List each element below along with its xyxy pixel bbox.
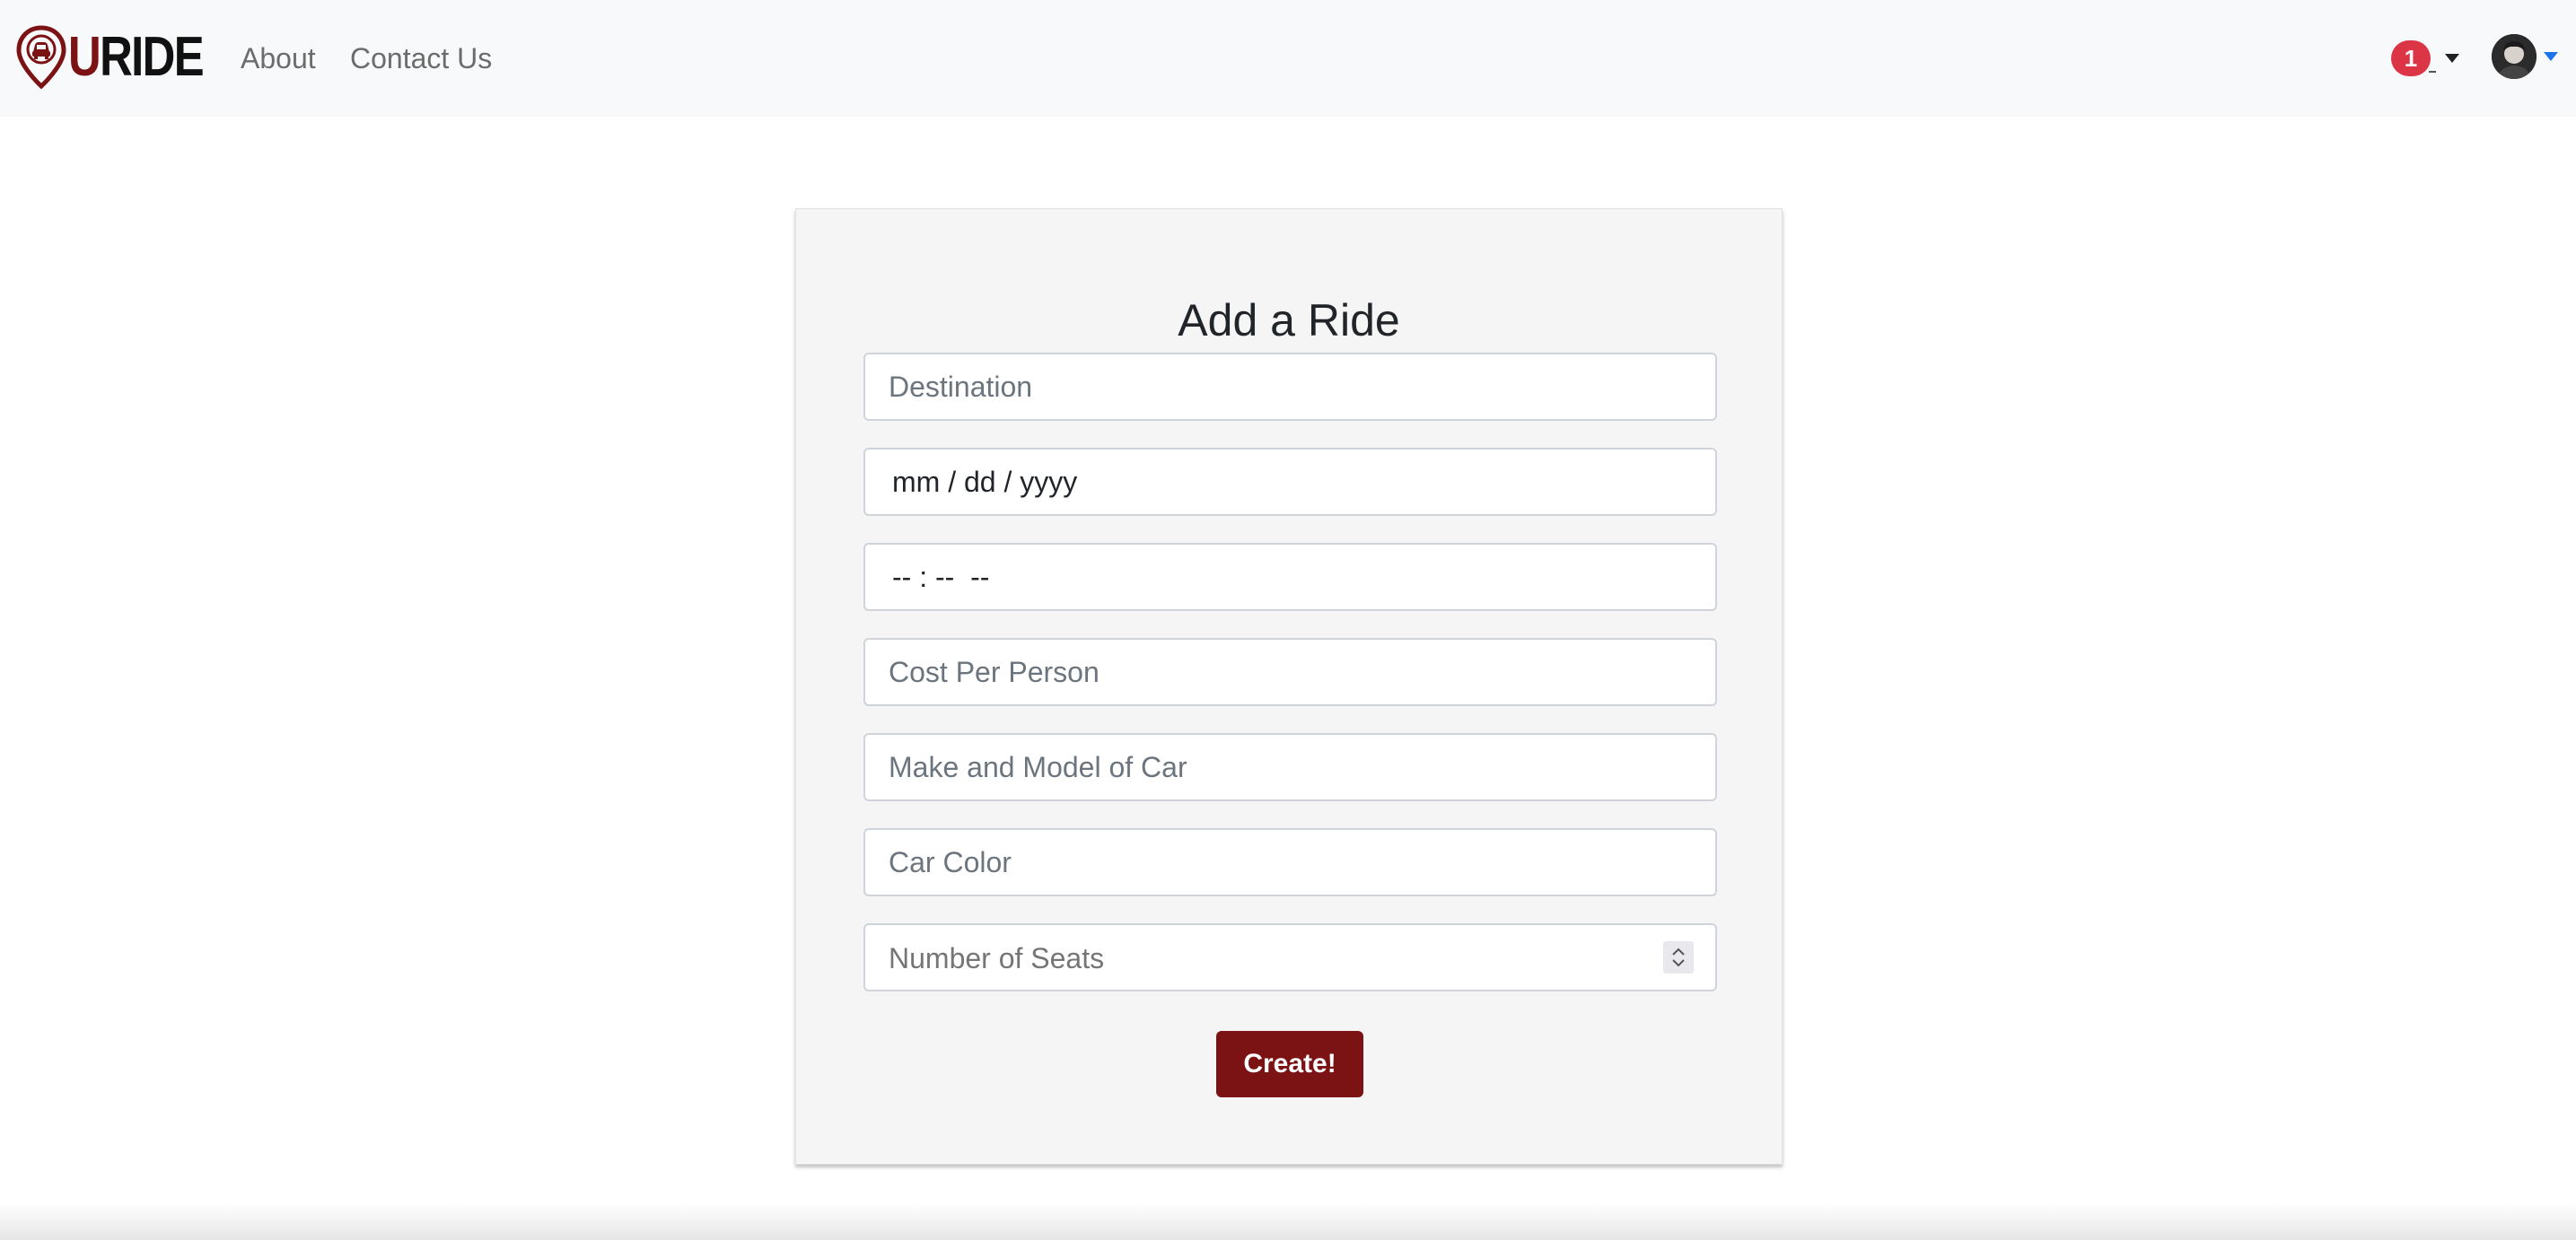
nav-link-about[interactable]: About	[241, 36, 316, 81]
notification-badge: 1	[2391, 40, 2431, 76]
date-input[interactable]: mm / dd / yyyy	[863, 448, 1717, 516]
navbar: URIDE About Contact Us 1	[0, 0, 2576, 117]
notifications-dropdown[interactable]: 1	[2391, 40, 2459, 76]
user-avatar-icon	[2492, 34, 2537, 79]
cost-per-person-input[interactable]	[863, 638, 1717, 706]
caret-down-icon	[2445, 54, 2459, 63]
car-model-input[interactable]	[863, 733, 1717, 801]
map-pin-car-icon	[16, 25, 66, 90]
avatar	[2492, 34, 2537, 79]
page-bottom-shadow	[0, 1202, 2576, 1240]
seats-text[interactable]	[865, 925, 1680, 991]
nav-link-contact-us[interactable]: Contact Us	[350, 36, 492, 81]
number-of-seats-input[interactable]	[863, 923, 1717, 991]
time-input[interactable]: -- : -- --	[863, 543, 1717, 611]
create-button[interactable]: Create!	[1216, 1031, 1363, 1097]
brand-logo[interactable]: URIDE	[16, 25, 232, 90]
date-mask: mm / dd / yyyy	[892, 466, 1078, 498]
brand-wordmark: URIDE	[68, 26, 205, 88]
user-menu-dropdown[interactable]	[2492, 34, 2558, 79]
stepper-arrows-icon	[1672, 947, 1685, 967]
time-mask: -- : -- --	[892, 561, 990, 593]
add-ride-card: Add a Ride mm / dd / yyyy -- : -- -- Cre…	[795, 208, 1783, 1165]
caret-down-icon	[2544, 52, 2558, 61]
page-title: Add a Ride	[1178, 294, 1400, 345]
car-color-input[interactable]	[863, 828, 1717, 896]
notification-separator	[2429, 71, 2436, 73]
destination-input[interactable]	[863, 353, 1717, 421]
seats-stepper[interactable]	[1663, 941, 1694, 974]
